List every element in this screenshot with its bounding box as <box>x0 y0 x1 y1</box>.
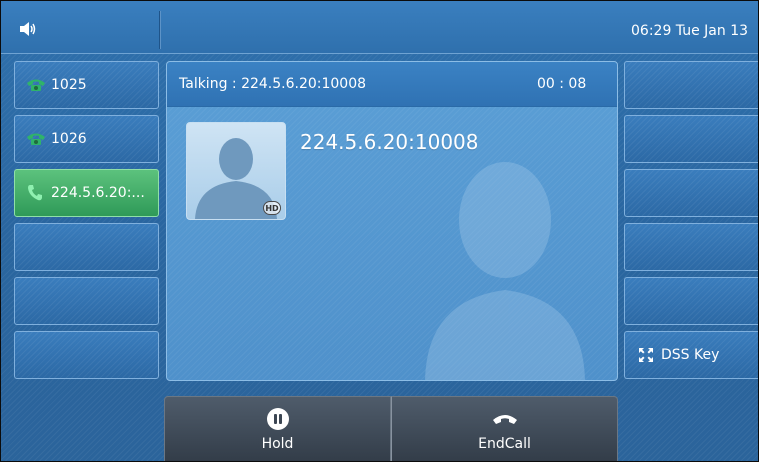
line-key-label: 224.5.6.20:... <box>51 185 145 201</box>
hold-button[interactable]: Hold <box>164 396 391 461</box>
background-silhouette-icon <box>425 162 585 380</box>
dss-key-empty[interactable] <box>624 277 758 325</box>
call-duration: 00 : 08 <box>537 76 587 92</box>
phone-handset-icon <box>25 131 47 147</box>
phone-handset-icon <box>25 185 47 201</box>
speaker-icon[interactable] <box>19 21 36 37</box>
end-call-button[interactable]: EndCall <box>391 396 618 461</box>
phone-handset-icon <box>25 77 47 93</box>
status-bar: 06:29 Tue Jan 13 <box>1 1 758 54</box>
dss-key-empty[interactable] <box>624 61 758 109</box>
caller-name: 224.5.6.20:10008 <box>300 130 479 154</box>
line-key-label: 1025 <box>51 77 87 93</box>
end-call-label: EndCall <box>478 436 531 452</box>
status-divider <box>159 11 160 49</box>
call-panel: Talking : 224.5.6.20:10008 00 : 08 HD 22… <box>166 61 618 381</box>
line-key-label: 1026 <box>51 131 87 147</box>
line-key-1025[interactable]: 1025 <box>14 61 159 109</box>
line-key-active-call[interactable]: 224.5.6.20:... <box>14 169 159 217</box>
line-key-empty[interactable] <box>14 223 159 271</box>
call-status: Talking : 224.5.6.20:10008 <box>179 76 367 92</box>
line-key-1026[interactable]: 1026 <box>14 115 159 163</box>
hang-up-icon <box>492 406 518 432</box>
call-header: Talking : 224.5.6.20:10008 00 : 08 <box>167 62 617 107</box>
line-key-empty[interactable] <box>14 331 159 379</box>
caller-avatar: HD <box>186 122 286 220</box>
phone-screen: 06:29 Tue Jan 13 1025 1026 224.5.6.20:..… <box>0 0 759 462</box>
dss-key-label: DSS Key <box>661 347 720 363</box>
expand-icon <box>635 347 657 363</box>
hold-label: Hold <box>261 436 294 452</box>
clock: 06:29 Tue Jan 13 <box>631 23 749 39</box>
line-key-empty[interactable] <box>14 277 159 325</box>
hd-badge: HD <box>263 201 281 215</box>
dss-key-button[interactable]: DSS Key <box>624 331 758 379</box>
dss-key-empty[interactable] <box>624 169 758 217</box>
pause-icon <box>266 406 290 432</box>
dss-key-empty[interactable] <box>624 115 758 163</box>
dss-key-empty[interactable] <box>624 223 758 271</box>
